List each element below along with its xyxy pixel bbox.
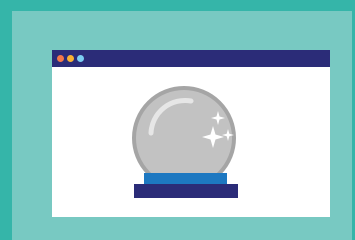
crystal-ball-stand-base	[134, 184, 238, 198]
maximize-dot-icon[interactable]	[77, 55, 84, 62]
browser-window	[52, 50, 330, 217]
window-titlebar	[52, 50, 330, 67]
minimize-dot-icon[interactable]	[67, 55, 74, 62]
crystal-ball-icon	[132, 86, 238, 198]
close-dot-icon[interactable]	[57, 55, 64, 62]
illustration-frame	[0, 0, 355, 240]
window-content	[52, 67, 330, 217]
